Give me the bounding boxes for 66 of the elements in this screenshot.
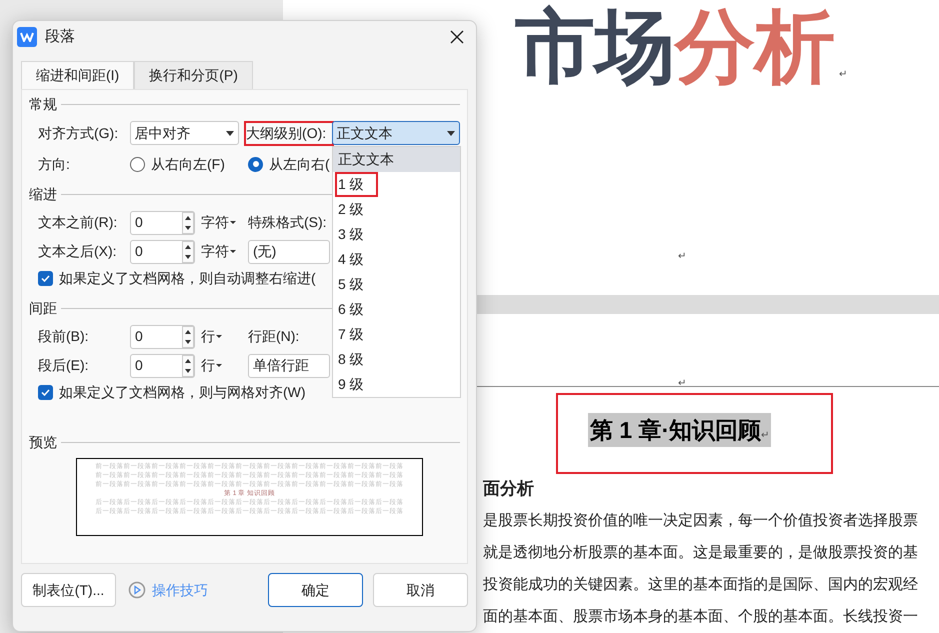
document-title: 市场: [515, 6, 675, 88]
close-icon[interactable]: [450, 30, 464, 44]
tab-stops-button[interactable]: 制表位(T)...: [21, 573, 116, 607]
caret-icon: [226, 130, 234, 136]
field-label: 特殊格式(S):: [248, 213, 327, 232]
play-circle-icon: [128, 581, 146, 599]
paragraph-mark: ↵: [678, 378, 686, 389]
caret-icon: [216, 364, 222, 367]
spinner-arrows-icon[interactable]: [182, 240, 194, 262]
cancel-button[interactable]: 取消: [373, 573, 468, 607]
paragraph-mark: ↵: [678, 251, 686, 262]
check-icon: [41, 274, 50, 282]
chapter-heading: 第 1 章·知识回顾↵: [588, 413, 772, 447]
unit-dropdown[interactable]: 行: [201, 355, 248, 376]
checkbox-label: 如果定义了文档网格，则与网格对齐(W): [59, 382, 306, 402]
field-label: 对齐方式(G):: [38, 124, 120, 143]
unit-dropdown[interactable]: 字符: [201, 212, 248, 233]
number-field[interactable]: 0: [130, 210, 195, 234]
field-label: 行距(N):: [248, 327, 300, 346]
checkbox[interactable]: [38, 270, 53, 286]
checkbox[interactable]: [38, 384, 53, 400]
paragraph-line: 是股票长期投资价值的唯一决定因素，每一个价值投资者选择股票: [483, 511, 919, 531]
section-heading: 缩进: [29, 184, 57, 204]
dropdown-field[interactable]: (无): [248, 240, 330, 264]
number-field[interactable]: 0: [130, 324, 195, 348]
dropdown-field[interactable]: 居中对齐: [130, 121, 240, 145]
radio-label: 从右向左(F): [151, 154, 225, 174]
field-label: 文本之前(R):: [38, 213, 118, 232]
field-label: 段后(E):: [38, 356, 90, 375]
spinner-arrows-icon[interactable]: [182, 212, 194, 234]
section-heading: 预览: [29, 432, 57, 452]
paragraph-line: 就是透彻地分析股票的基本面。这是最重要的，是做股票投资的基: [483, 543, 919, 563]
dialog-tab[interactable]: 缩进和间距(I): [21, 61, 134, 89]
paragraph-line: 投资能成功的关键因素。这里的基本面指的是国际、国内的宏观经: [483, 575, 919, 595]
caret-icon: [216, 335, 222, 338]
app-logo-icon: [17, 27, 37, 47]
spinner-arrows-icon[interactable]: [182, 326, 194, 348]
document-title: 分析: [675, 6, 835, 88]
section-heading: 间距: [29, 298, 57, 318]
field-label: 文本之后(X):: [38, 242, 118, 261]
number-field[interactable]: 0: [130, 240, 195, 264]
dialog-tab[interactable]: 换行和分页(P): [134, 61, 253, 89]
unit-dropdown[interactable]: 行: [201, 326, 248, 347]
checkbox-label: 如果定义了文档网格，则自动调整右缩进(: [59, 268, 316, 288]
section-title: 面分析: [483, 478, 535, 500]
field-label: 方向:: [38, 154, 71, 174]
unit-dropdown[interactable]: 字符: [201, 241, 248, 262]
dropdown-field[interactable]: 正文文本: [332, 121, 460, 145]
radio-button[interactable]: [248, 156, 263, 172]
radio-label: 从左向右(: [269, 154, 330, 174]
caret-icon: [447, 130, 455, 136]
check-icon: [41, 388, 50, 396]
section-heading: 常规: [29, 94, 57, 114]
ok-button[interactable]: 确定: [268, 573, 363, 607]
caret-icon: [230, 221, 236, 224]
spinner-arrows-icon[interactable]: [182, 354, 194, 376]
paragraph-mark: ↵: [839, 68, 847, 82]
radio-button[interactable]: [130, 156, 145, 172]
dropdown-option[interactable]: 正文文本: [333, 147, 460, 172]
dialog-title: 段落: [45, 26, 76, 47]
field-label: 大纲级别(O):: [246, 122, 332, 144]
caret-icon: [230, 250, 236, 253]
field-label: 段前(B):: [38, 327, 90, 346]
number-field[interactable]: 0: [130, 354, 195, 378]
dropdown-field[interactable]: 单倍行距: [248, 354, 330, 378]
paragraph-line: 面的基本面、股票市场本身的基本面、个股的基本面。长线投资一: [483, 607, 919, 627]
